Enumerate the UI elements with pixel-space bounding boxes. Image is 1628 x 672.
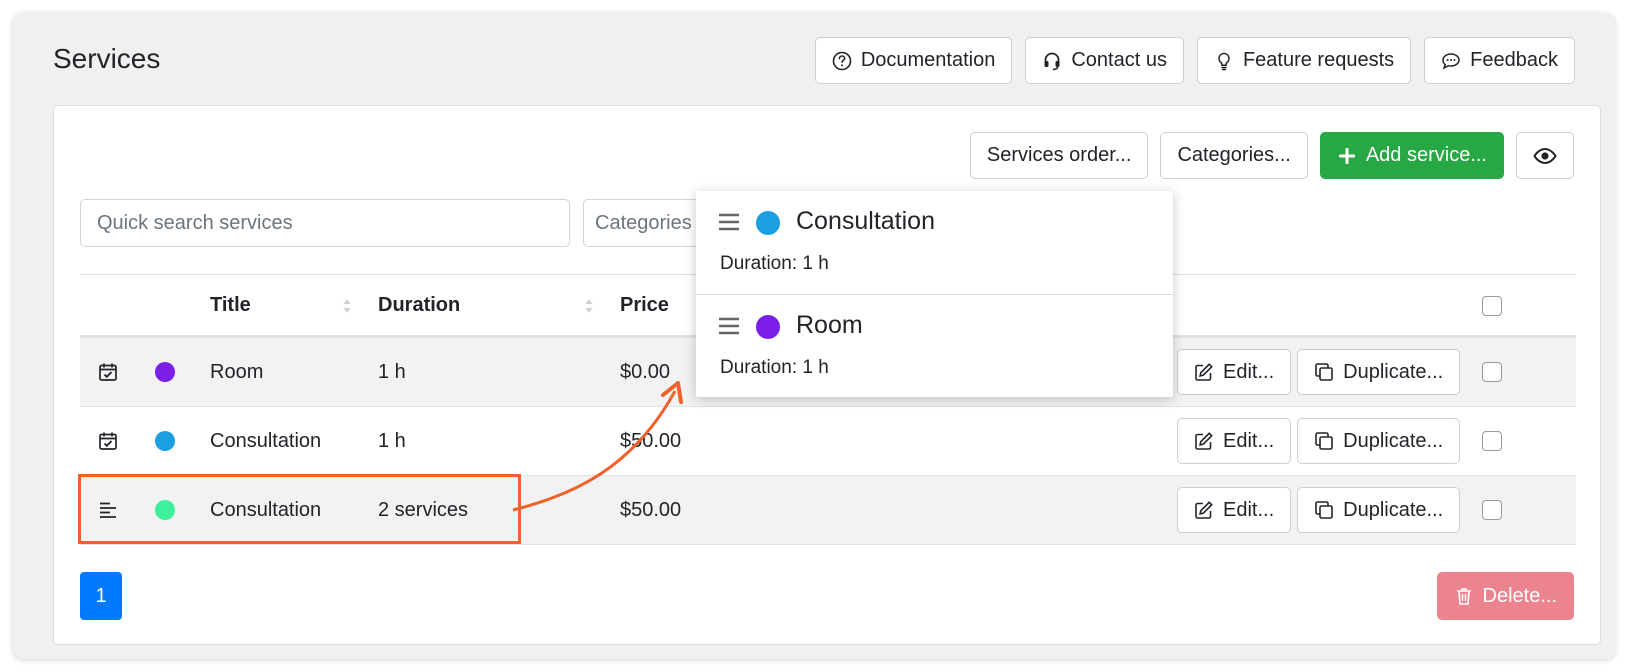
edit-button[interactable]: Edit...	[1177, 487, 1292, 533]
add-service-button[interactable]: Add service...	[1319, 132, 1504, 179]
duplicate-button[interactable]: Duplicate...	[1297, 487, 1461, 533]
popup-item-title: Consultation	[796, 207, 935, 235]
row-select-cell	[1482, 407, 1502, 475]
row-type-cell	[98, 338, 118, 406]
edit-button[interactable]: Edit...	[1177, 418, 1292, 464]
edit-icon	[1195, 501, 1213, 519]
help-toolbar: Documentation Contact us Feature request…	[814, 37, 1575, 84]
duplicate-label: Duplicate...	[1343, 429, 1444, 452]
eye-icon	[1533, 147, 1557, 164]
sort-duration-icon[interactable]	[584, 296, 594, 316]
feedback-label: Feedback	[1470, 49, 1558, 71]
color-dot	[756, 315, 780, 339]
edit-label: Edit...	[1223, 360, 1275, 383]
row-title: Room	[210, 360, 264, 383]
delete-button[interactable]: Delete...	[1436, 572, 1574, 620]
duplicate-button[interactable]: Duplicate...	[1297, 418, 1461, 464]
calendar-check-icon	[99, 432, 117, 450]
delete-label: Delete...	[1482, 584, 1557, 607]
services-panel: Services Documentation Contact us Featur…	[13, 13, 1615, 659]
edit-button[interactable]: Edit...	[1177, 349, 1292, 395]
row-type-cell	[98, 407, 118, 475]
feature-requests-button[interactable]: Feature requests	[1196, 37, 1412, 84]
row-checkbox[interactable]	[1482, 500, 1502, 520]
headset-icon	[1044, 52, 1060, 70]
row-actions: Edit... Duplicate...	[1177, 338, 1461, 406]
row-actions: Edit... Duplicate...	[1177, 476, 1461, 544]
feature-requests-label: Feature requests	[1242, 49, 1395, 71]
copy-icon	[1315, 432, 1333, 450]
table-row: Consultation 1 h $50.00 Edit... Duplicat…	[80, 407, 1576, 476]
color-dot	[155, 362, 175, 382]
categories-button[interactable]: Categories...	[1160, 132, 1308, 179]
trash-icon	[1456, 588, 1471, 605]
contact-us-label: Contact us	[1071, 49, 1167, 71]
calendar-check-icon	[99, 363, 117, 381]
duplicate-label: Duplicate...	[1343, 498, 1444, 521]
popup-item-duration: Duration: 1 h	[720, 357, 829, 378]
row-title: Consultation	[210, 429, 322, 452]
pagination-page-1[interactable]: 1	[80, 572, 122, 620]
categories-filter-placeholder: Categories	[595, 211, 692, 234]
row-duration: 1 h	[378, 429, 406, 452]
documentation-button[interactable]: Documentation	[814, 37, 1013, 84]
duplicate-label: Duplicate...	[1343, 360, 1444, 383]
drag-handle-icon[interactable]	[718, 316, 740, 336]
lightbulb-icon	[1218, 52, 1230, 70]
color-dot	[155, 431, 175, 451]
search-input[interactable]	[80, 199, 570, 247]
title-column-header[interactable]: Title	[210, 294, 251, 317]
color-dot	[756, 211, 780, 235]
row-select-cell	[1482, 338, 1502, 406]
edit-icon	[1195, 363, 1213, 381]
copy-icon	[1315, 363, 1333, 381]
chat-bubble-icon	[1442, 52, 1460, 70]
popup-item-title: Room	[796, 311, 863, 339]
row-color-cell	[155, 338, 175, 406]
add-service-label: Add service...	[1365, 144, 1487, 166]
popup-item[interactable]: Room Duration: 1 h	[696, 294, 1173, 397]
question-circle-icon	[832, 51, 852, 70]
duplicate-button[interactable]: Duplicate...	[1297, 349, 1461, 395]
row-color-cell	[155, 407, 175, 475]
row-checkbox[interactable]	[1482, 431, 1502, 451]
annotation-arrow	[512, 381, 683, 512]
edit-label: Edit...	[1223, 498, 1275, 521]
services-toolbar: Services order... Categories... Add serv…	[969, 132, 1574, 179]
edit-icon	[1195, 432, 1213, 450]
highlight-box	[78, 474, 521, 544]
row-duration: 1 h	[378, 360, 406, 383]
services-order-button[interactable]: Services order...	[969, 132, 1149, 179]
sort-title-icon[interactable]	[342, 296, 352, 316]
feedback-button[interactable]: Feedback	[1424, 37, 1575, 84]
popup-item-duration: Duration: 1 h	[720, 253, 829, 274]
plus-icon	[1338, 147, 1355, 164]
row-select-cell	[1482, 476, 1502, 544]
drag-handle-icon[interactable]	[718, 212, 740, 232]
popup-item[interactable]: Consultation Duration: 1 h	[696, 191, 1173, 294]
price-column-header[interactable]: Price	[620, 294, 669, 317]
page-title: Services	[53, 43, 161, 74]
documentation-label: Documentation	[860, 49, 996, 71]
contact-us-button[interactable]: Contact us	[1025, 37, 1184, 84]
row-checkbox[interactable]	[1482, 362, 1502, 382]
select-all-checkbox[interactable]	[1482, 296, 1502, 316]
edit-label: Edit...	[1223, 429, 1275, 452]
duration-column-header[interactable]: Duration	[378, 294, 460, 317]
row-actions: Edit... Duplicate...	[1177, 407, 1461, 475]
grouped-services-popup: Consultation Duration: 1 h Room Duration…	[696, 191, 1173, 397]
copy-icon	[1315, 501, 1333, 519]
toggle-visibility-button[interactable]	[1516, 132, 1574, 179]
